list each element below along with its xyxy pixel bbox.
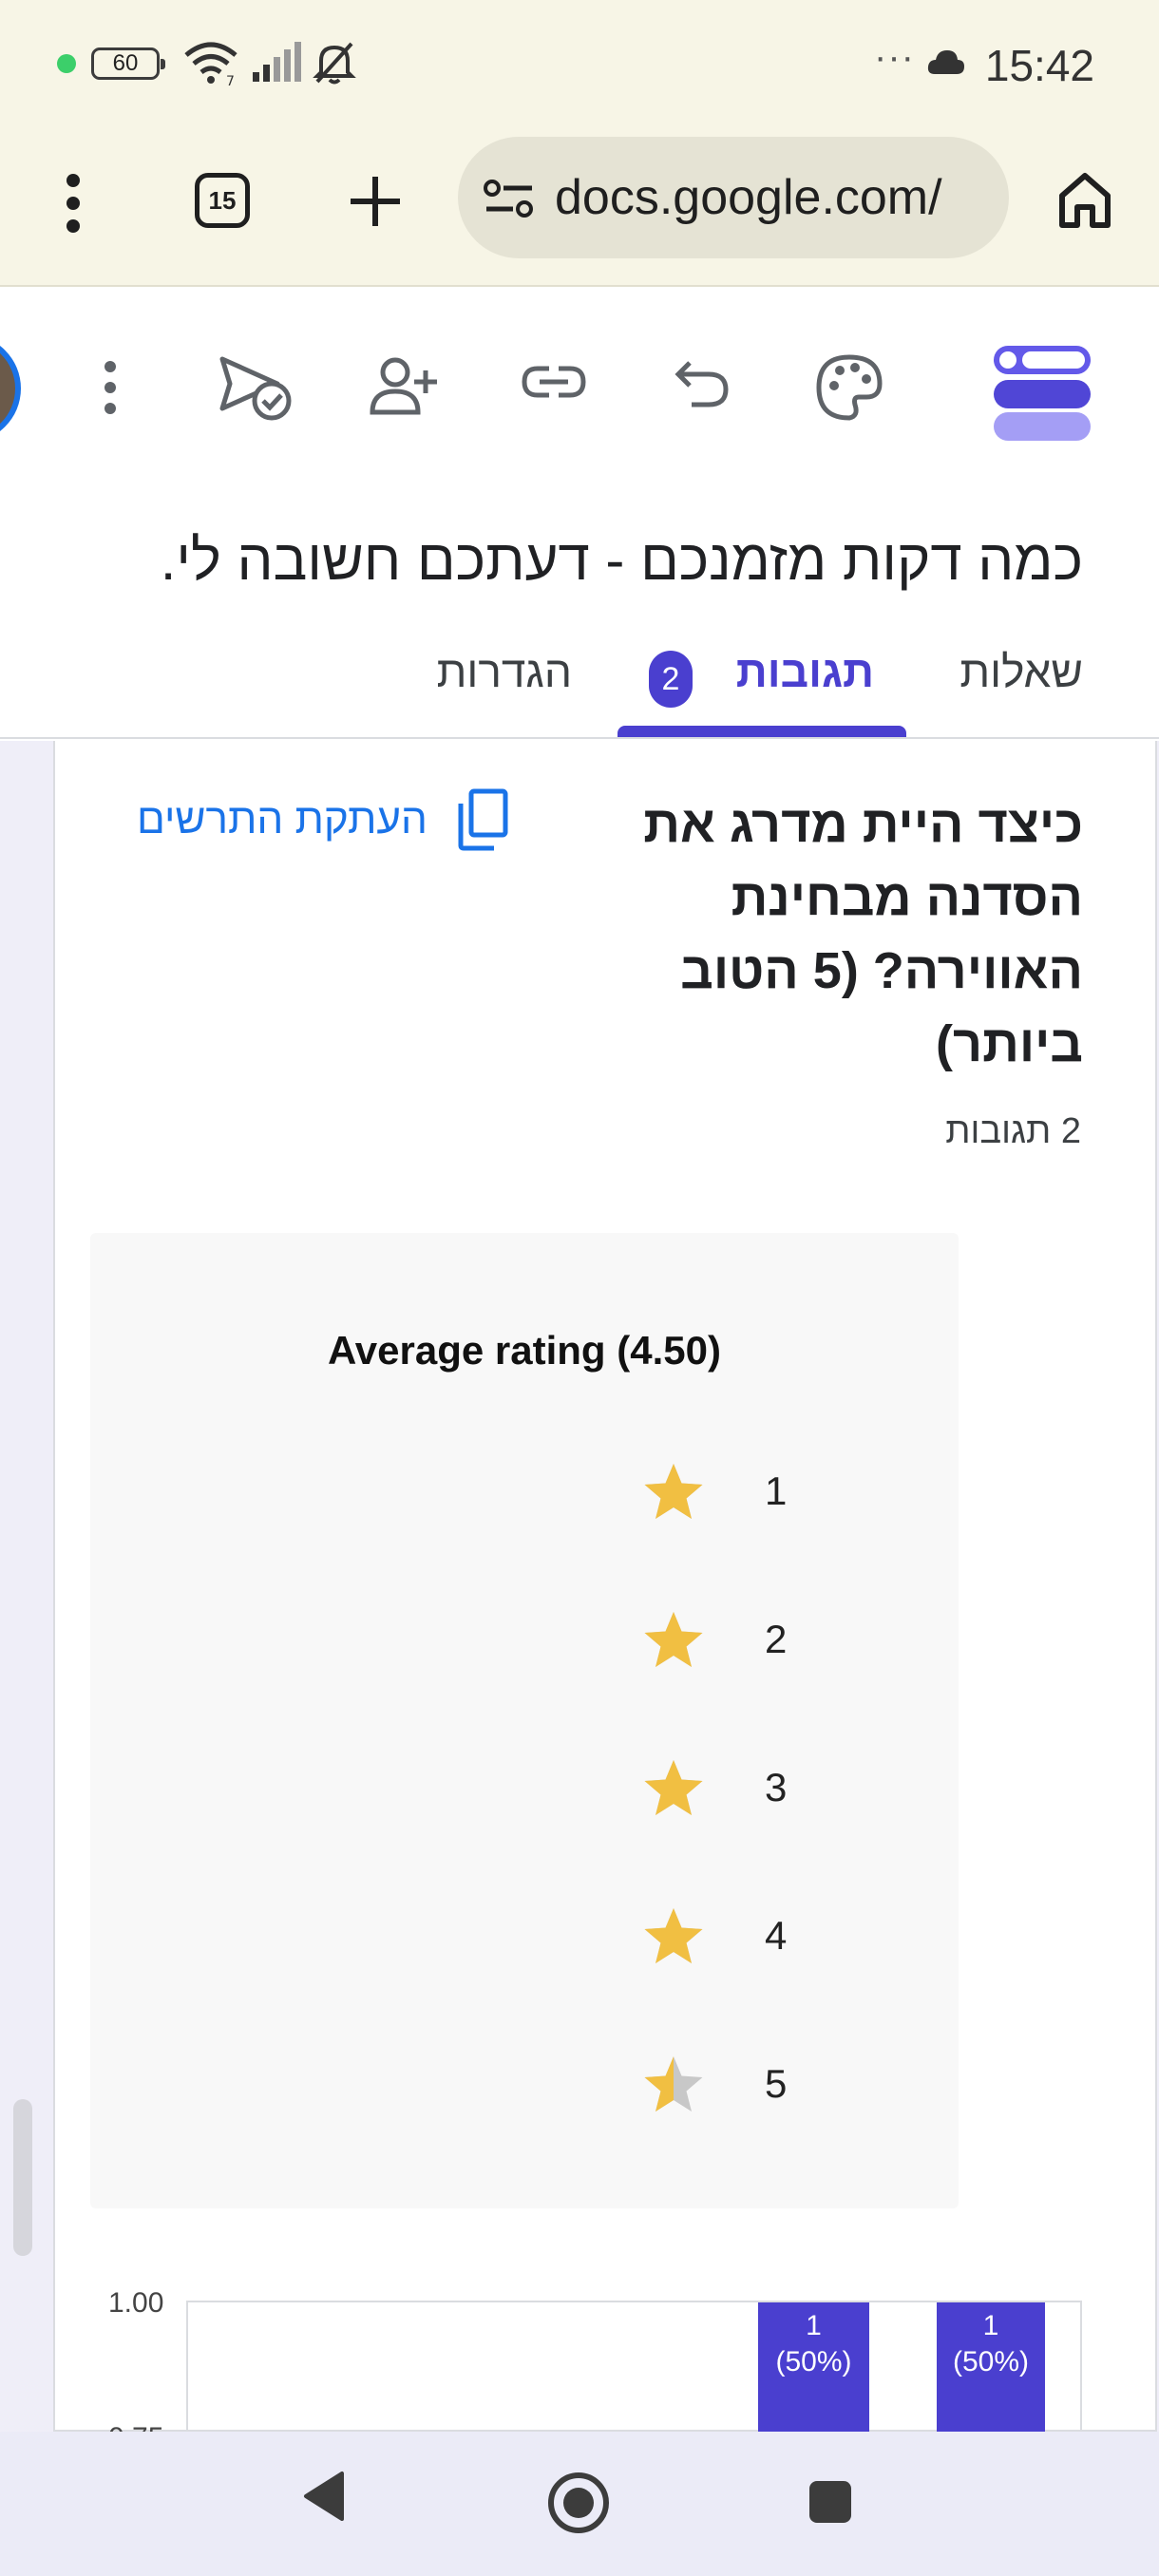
rating-label: 3 xyxy=(765,1765,788,1809)
browser-toolbar: 15 docs.google.com/ xyxy=(0,133,1159,287)
rating-row: 2 xyxy=(641,1603,831,1679)
star-icon xyxy=(644,1908,703,1963)
add-person-icon[interactable] xyxy=(369,355,441,416)
rating-row: 3 xyxy=(641,1752,831,1828)
palette-icon[interactable] xyxy=(815,353,884,422)
rating-panel: Average rating (4.50) 1 2 3 4 5 xyxy=(90,1233,959,2208)
tab-responses[interactable]: תגובות xyxy=(736,646,874,697)
home-nav-icon[interactable] xyxy=(547,2472,610,2534)
forms-toolbar xyxy=(0,287,1159,486)
back-icon[interactable] xyxy=(302,2470,346,2523)
status-bar: 60 7 ··· 15:42 xyxy=(0,0,1159,133)
star-icon xyxy=(644,2056,703,2112)
cloud-icon xyxy=(927,50,964,74)
star-icon xyxy=(644,1612,703,1667)
bell-off-icon xyxy=(313,42,356,85)
site-settings-icon[interactable] xyxy=(483,179,536,220)
copy-chart-label[interactable]: העתקת התרשים xyxy=(137,796,428,843)
rating-row: 4 xyxy=(641,1900,831,1976)
rating-label: 1 xyxy=(765,1468,788,1513)
rating-label: 5 xyxy=(765,2061,788,2106)
bar: 1 (50%) xyxy=(937,2302,1045,2435)
tab-questions[interactable]: שאלות xyxy=(960,646,1083,697)
bar-percent-label: (50%) xyxy=(952,2346,1030,2377)
url-text[interactable]: docs.google.com/ xyxy=(555,169,1001,226)
star-icon xyxy=(644,1760,703,1815)
system-nav-bar xyxy=(0,2432,1159,2576)
status-time: 15:42 xyxy=(984,41,1094,90)
question-response-count: 2 תגובות xyxy=(945,1111,1081,1151)
rating-row: 5 xyxy=(641,2048,831,2124)
link-icon[interactable] xyxy=(521,363,587,401)
star-icon xyxy=(644,1464,703,1519)
more-vert-icon[interactable] xyxy=(59,171,87,236)
bar: 1 (50%) xyxy=(758,2302,869,2435)
rating-row: 1 xyxy=(641,1455,831,1531)
forms-logo-icon[interactable] xyxy=(992,344,1092,443)
bar-chart: 1.00 0.75 1 (50%) 1 (50%) xyxy=(95,2280,1083,2453)
status-more-dots: ··· xyxy=(874,36,915,78)
form-title: כמה דקות מזמנכם - דעתכם חשובה לי. xyxy=(160,528,1083,592)
question-title: כיצד היית מדרג את הסדנה מבחינת האווירה? … xyxy=(643,796,1083,1072)
battery-icon: 60 xyxy=(91,47,165,80)
wifi-icon: 7 xyxy=(184,42,238,85)
tabs-icon[interactable]: 15 xyxy=(195,173,250,228)
signal-icon xyxy=(253,42,301,82)
rating-label: 2 xyxy=(765,1617,788,1661)
home-icon[interactable] xyxy=(1056,171,1113,230)
average-rating-title: Average rating (4.50) xyxy=(328,1328,721,1373)
status-dot xyxy=(57,54,76,73)
plus-icon[interactable] xyxy=(349,175,402,228)
more-vert-icon[interactable] xyxy=(99,359,122,416)
y-tick-label: 1.00 xyxy=(108,2287,164,2319)
send-icon[interactable] xyxy=(218,353,294,424)
tab-settings[interactable]: הגדרות xyxy=(437,646,572,697)
svg-text:7: 7 xyxy=(226,74,235,85)
undo-icon[interactable] xyxy=(673,357,730,408)
avatar[interactable] xyxy=(0,334,21,443)
rating-label: 4 xyxy=(765,1913,788,1958)
address-bar[interactable]: docs.google.com/ xyxy=(458,137,1009,258)
bar-value-label: 1 xyxy=(806,2310,822,2341)
recents-icon[interactable] xyxy=(808,2479,853,2525)
copy-chart-button[interactable]: העתקת התרשים xyxy=(137,788,509,851)
bar-value-label: 1 xyxy=(982,2310,999,2341)
active-tab-indicator xyxy=(618,726,906,737)
copy-icon xyxy=(458,788,508,851)
scrollbar-thumb[interactable] xyxy=(13,2099,32,2256)
responses-count-badge: 2 xyxy=(649,651,693,708)
bar-percent-label: (50%) xyxy=(775,2346,852,2377)
tabs: שאלות תגובות 2 הגדרות xyxy=(0,627,1159,739)
